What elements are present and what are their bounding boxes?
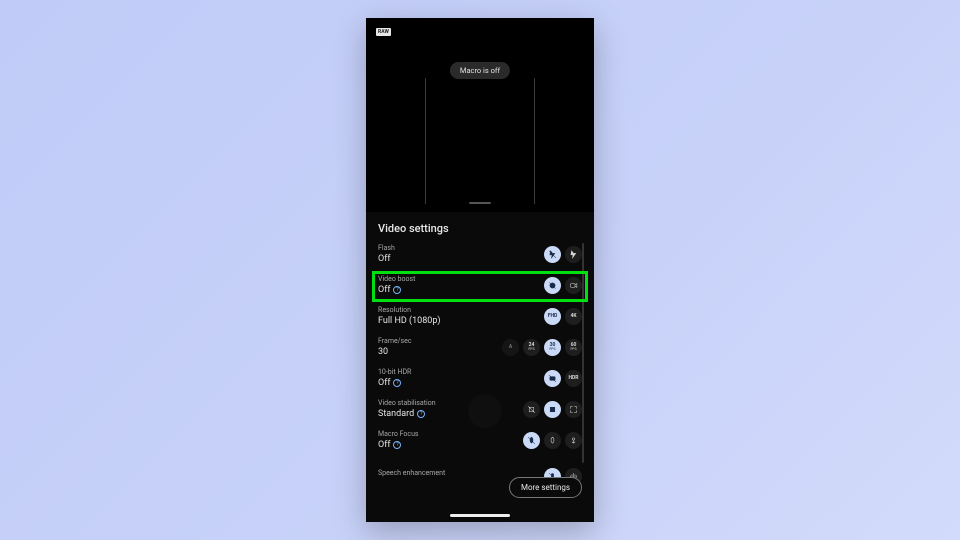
framerate-label: Frame/sec [378,337,412,345]
panel-drag-handle[interactable] [469,202,491,205]
row-framerate: Frame/sec 30 A 24FPS 30FPS 60FPS [378,334,582,365]
stabilisation-value: Standard [378,409,414,419]
resolution-fhd-option[interactable]: FHD [544,308,561,325]
video-boost-on-option[interactable] [565,277,582,294]
macro-toast: Macro is off [450,62,510,79]
help-icon[interactable]: ? [393,379,401,387]
help-icon[interactable]: ? [417,410,425,418]
hdr-on-option[interactable]: HDR [565,370,582,387]
row-hdr: 10-bit HDR Off ? HDR [378,365,582,396]
row-resolution: Resolution Full HD (1080p) FHD 4K [378,303,582,334]
video-boost-off-option[interactable] [544,277,561,294]
camera-viewfinder: RAW Macro is off [366,18,594,212]
video-boost-label: Video boost [378,275,415,283]
fps-24-option[interactable]: 24FPS [523,339,540,356]
video-settings-panel: Video settings Flash Off [366,212,594,522]
speech-enhancement-label: Speech enhancement [378,469,445,477]
fps-auto-option[interactable]: A [502,339,519,356]
raw-badge: RAW [376,28,391,36]
resolution-4k-option[interactable]: 4K [565,308,582,325]
macro-on-option[interactable] [565,432,582,449]
macro-focus-label: Macro Focus [378,430,419,438]
fps-60-option[interactable]: 60FPS [565,339,582,356]
stab-off-option[interactable] [523,401,540,418]
home-indicator[interactable] [450,514,510,517]
flash-on-option[interactable] [565,246,582,263]
hdr-off-option[interactable] [544,370,561,387]
stab-locked-option[interactable] [565,401,582,418]
more-settings-button[interactable]: More settings [509,477,582,498]
flash-label: Flash [378,244,395,252]
row-video-boost: Video boost Off ? [378,272,582,303]
video-boost-value: Off [378,285,390,295]
resolution-label: Resolution [378,306,441,314]
help-icon[interactable]: ? [393,441,401,449]
panel-title: Video settings [378,222,582,235]
hdr-label: 10-bit HDR [378,368,411,376]
macro-focus-value: Off [378,440,390,450]
hdr-value: Off [378,378,390,388]
help-icon[interactable]: ? [393,286,401,294]
phone-frame: RAW Macro is off Video settings Flash Of… [366,18,594,522]
flash-off-option[interactable] [544,246,561,263]
row-stabilisation: Video stabilisation Standard ? [378,396,582,427]
row-flash: Flash Off [378,241,582,272]
stab-standard-option[interactable] [544,401,561,418]
resolution-value: Full HD (1080p) [378,316,441,326]
scrollbar[interactable] [582,243,584,463]
framerate-value: 30 [378,347,412,357]
macro-auto-option[interactable] [544,432,561,449]
crop-frame-overlay [425,78,535,204]
flash-value: Off [378,254,395,264]
fps-30-option[interactable]: 30FPS [544,339,561,356]
stabilisation-label: Video stabilisation [378,399,436,407]
macro-off-option[interactable] [523,432,540,449]
row-macro-focus: Macro Focus Off ? [378,427,582,458]
